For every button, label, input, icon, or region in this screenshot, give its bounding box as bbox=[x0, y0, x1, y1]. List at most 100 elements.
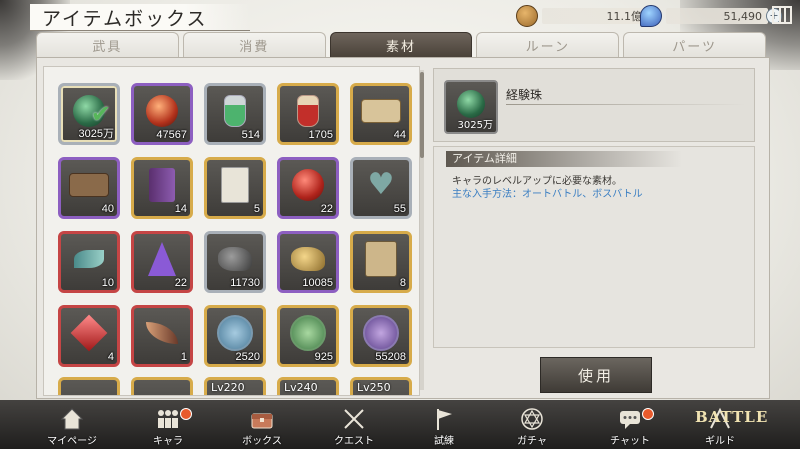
item-count: 11730 bbox=[230, 277, 260, 289]
nav-item-crossed-swords[interactable]: クエスト bbox=[314, 402, 394, 448]
inventory-item[interactable]: 10 bbox=[58, 231, 120, 293]
wing-icon bbox=[146, 321, 178, 344]
parchment-icon bbox=[365, 240, 397, 277]
red-potion-icon bbox=[297, 94, 319, 127]
inventory-item[interactable]: 11730 bbox=[204, 231, 266, 293]
inventory-item[interactable]: 22 bbox=[277, 157, 339, 219]
inventory-item[interactable]: 514 bbox=[204, 83, 266, 145]
nav-item-hexagram[interactable]: ガチャ bbox=[492, 402, 572, 448]
nav-item-chat-bubble[interactable]: チャット bbox=[590, 402, 670, 448]
inventory-item[interactable]: 4 bbox=[58, 305, 120, 367]
inventory-item[interactable]: 3025万 ✔ bbox=[58, 83, 120, 145]
item-grid[interactable]: 3025万 ✔ 47567 514 1705 44 40 14 5 22 ♥ 55 10 22 11730 1… bbox=[43, 66, 420, 396]
item-count: 4 bbox=[107, 351, 114, 363]
nav-item-house[interactable]: マイページ bbox=[32, 402, 112, 448]
item-count: 10 bbox=[101, 277, 114, 289]
divider bbox=[506, 104, 746, 105]
inventory-item[interactable]: 1 bbox=[131, 305, 193, 367]
green-potion-icon bbox=[224, 94, 246, 127]
nav-label: クエスト bbox=[334, 436, 374, 447]
item-count: 1705 bbox=[308, 129, 333, 141]
item-count: 22 bbox=[320, 203, 333, 215]
nav-label: マイページ bbox=[47, 436, 97, 447]
scrollbar-thumb[interactable] bbox=[420, 72, 424, 158]
house-icon bbox=[59, 406, 85, 432]
green-seal-icon bbox=[290, 314, 326, 351]
inventory-item[interactable]: 2520 bbox=[204, 305, 266, 367]
nav-item-flag[interactable]: 試練 bbox=[404, 402, 484, 448]
chest-icon bbox=[249, 406, 275, 432]
category-tabs: 武具 消費 素材 ルーン パーツ bbox=[36, 32, 766, 58]
inventory-item[interactable]: 925 bbox=[277, 305, 339, 367]
gold-amount: 11.1億 bbox=[542, 8, 648, 24]
page-title: アイテムボックス bbox=[42, 8, 208, 30]
notification-badge bbox=[642, 408, 654, 420]
ticket-dark-icon bbox=[69, 172, 109, 197]
tab-consumables[interactable]: 消費 bbox=[182, 32, 326, 57]
nav-item-characters[interactable]: キャラ bbox=[128, 402, 208, 448]
item-count: 514 bbox=[241, 129, 260, 141]
flag-icon bbox=[431, 406, 457, 432]
heart-icon: ♥ bbox=[367, 166, 395, 202]
selected-item-count: 3025万 bbox=[457, 120, 493, 131]
item-count: 47567 bbox=[156, 129, 187, 141]
inventory-item[interactable]: 8 bbox=[350, 231, 412, 293]
nav-label: ボックス bbox=[242, 436, 282, 447]
item-count: 2520 bbox=[235, 351, 260, 363]
item-count: 22 bbox=[174, 277, 187, 289]
inventory-item[interactable]: Lv220 bbox=[204, 377, 266, 395]
nav-label: 試練 bbox=[434, 436, 454, 447]
dark-ore-icon bbox=[218, 246, 252, 271]
inventory-item[interactable]: 1705 bbox=[277, 83, 339, 145]
characters-icon bbox=[155, 406, 181, 432]
tab-materials[interactable]: 素材 bbox=[329, 32, 473, 57]
inventory-item[interactable]: 5 bbox=[204, 157, 266, 219]
inventory-item[interactable]: 55208 bbox=[350, 305, 412, 367]
item-count: 5 bbox=[253, 203, 260, 215]
ticket-icon bbox=[361, 98, 401, 123]
red-apple-icon bbox=[292, 168, 324, 201]
item-level: Lv250 bbox=[357, 381, 391, 394]
inventory-item[interactable]: Lv250 bbox=[350, 377, 412, 395]
inventory-item[interactable] bbox=[58, 377, 120, 395]
item-count: 55 bbox=[393, 203, 406, 215]
battle-button-label[interactable]: BATTLE bbox=[695, 408, 767, 426]
use-button[interactable]: 使用 bbox=[540, 357, 652, 393]
gem-currency: 51,490 + bbox=[640, 5, 782, 27]
item-count: 40 bbox=[101, 203, 114, 215]
present-box-icon[interactable] bbox=[772, 6, 792, 24]
nav-label: チャット bbox=[610, 436, 650, 447]
description-section-title: アイテム詳細 bbox=[446, 151, 682, 167]
crossed-swords-icon bbox=[341, 406, 367, 432]
item-count: 44 bbox=[393, 129, 406, 141]
inventory-item[interactable]: 40 bbox=[58, 157, 120, 219]
item-count: 8 bbox=[399, 277, 406, 289]
inventory-item[interactable]: 44 bbox=[350, 83, 412, 145]
inventory-item[interactable] bbox=[131, 377, 193, 395]
coin-icon bbox=[516, 5, 538, 27]
gem-amount: 51,490 bbox=[666, 8, 768, 24]
tab-equipment[interactable]: 武具 bbox=[36, 32, 179, 57]
item-count: 10085 bbox=[302, 277, 333, 289]
nav-item-chest[interactable]: ボックス bbox=[222, 402, 302, 448]
inventory-item[interactable]: ♥ 55 bbox=[350, 157, 412, 219]
item-count: 925 bbox=[314, 351, 333, 363]
feather-leaf-icon bbox=[74, 249, 104, 268]
nav-label: ガチャ bbox=[517, 436, 547, 447]
inventory-item[interactable]: 14 bbox=[131, 157, 193, 219]
chat-bubble-icon bbox=[617, 406, 643, 432]
inventory-item[interactable]: Lv240 bbox=[277, 377, 339, 395]
blue-seal-icon bbox=[217, 314, 253, 351]
item-count: 14 bbox=[174, 203, 187, 215]
gold-ore-icon bbox=[291, 246, 325, 271]
nav-label: ギルド bbox=[705, 436, 735, 447]
inventory-item[interactable]: 22 bbox=[131, 231, 193, 293]
inventory-item[interactable]: 47567 bbox=[131, 83, 193, 145]
tab-runes[interactable]: ルーン bbox=[476, 32, 620, 57]
purple-seal-icon bbox=[363, 314, 399, 351]
inventory-item[interactable]: 10085 bbox=[277, 231, 339, 293]
item-count: 55208 bbox=[375, 351, 406, 363]
purple-scroll-icon bbox=[149, 167, 175, 202]
tab-parts[interactable]: パーツ bbox=[623, 32, 766, 57]
item-level: Lv220 bbox=[211, 381, 245, 394]
